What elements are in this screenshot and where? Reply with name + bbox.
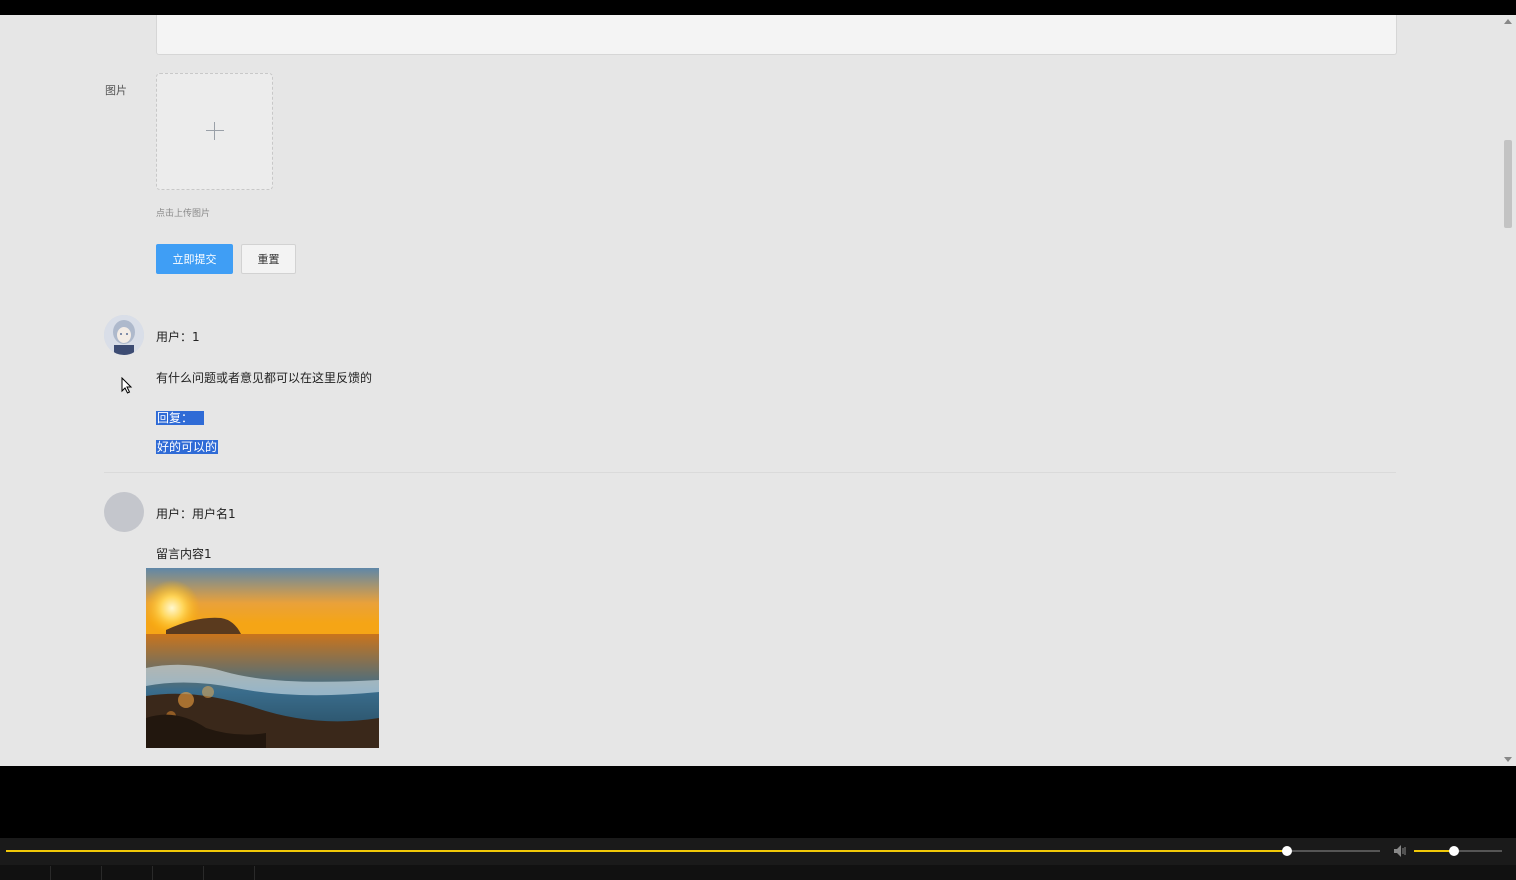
scroll-down-icon[interactable]	[1504, 757, 1512, 762]
control-slot[interactable]	[102, 866, 153, 880]
control-slot[interactable]	[153, 866, 204, 880]
page-viewport: 图片 点击上传图片 立即提交 重置 用户：1 有什么问题或者意见都可以在这里反馈…	[0, 15, 1516, 766]
comment-divider	[104, 472, 1396, 473]
reply-label: 回复：	[156, 409, 204, 426]
comment-user: 用户：1	[156, 330, 200, 344]
reply-text: 好的可以的	[156, 440, 219, 454]
scroll-up-icon[interactable]	[1504, 19, 1512, 24]
image-field-label: 图片	[105, 84, 127, 97]
video-player-controls	[0, 838, 1516, 880]
avatar	[104, 492, 144, 532]
control-slot[interactable]	[204, 866, 255, 880]
comment-content: 留言内容1	[156, 547, 212, 561]
volume-level	[1414, 850, 1454, 852]
top-black-bar	[0, 0, 1516, 15]
mouse-cursor-icon	[121, 376, 133, 399]
seek-progress	[6, 850, 1287, 852]
message-textarea[interactable]	[156, 15, 1397, 55]
comment-content: 有什么问题或者意见都可以在这里反馈的	[156, 371, 373, 385]
control-slot[interactable]	[51, 866, 102, 880]
image-upload-button[interactable]	[156, 73, 273, 190]
submit-button[interactable]: 立即提交	[156, 244, 233, 274]
comment-user: 用户：用户名1	[156, 507, 236, 521]
seek-handle[interactable]	[1281, 846, 1292, 856]
scrollbar-thumb[interactable]	[1504, 140, 1512, 228]
volume-icon[interactable]	[1392, 843, 1408, 863]
avatar	[104, 315, 144, 355]
control-slot[interactable]	[0, 866, 51, 880]
volume-slider[interactable]	[1414, 846, 1502, 856]
seek-bar[interactable]	[6, 846, 1380, 856]
vertical-scrollbar[interactable]	[1500, 15, 1516, 766]
reset-button[interactable]: 重置	[241, 244, 296, 274]
player-control-row	[0, 865, 1516, 880]
comment-image[interactable]	[146, 568, 379, 748]
volume-handle[interactable]	[1448, 846, 1459, 856]
upload-hint: 点击上传图片	[156, 209, 211, 219]
